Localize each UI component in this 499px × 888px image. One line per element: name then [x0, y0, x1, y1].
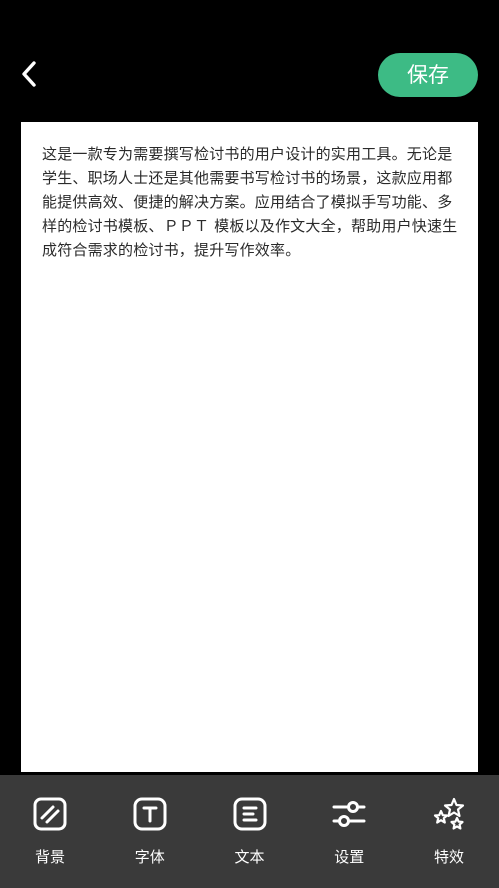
chevron-left-icon	[19, 60, 41, 88]
save-button[interactable]: 保存	[378, 53, 478, 97]
tool-font-button[interactable]: 字体	[116, 775, 184, 888]
background-icon	[33, 797, 67, 831]
font-icon	[133, 797, 167, 831]
sparkles-icon	[432, 797, 466, 831]
tool-settings-label: 设置	[334, 848, 365, 866]
bottom-toolbar: 背景 字体 文本 设置 特效	[0, 775, 499, 888]
tool-settings-button[interactable]: 设置	[315, 775, 383, 888]
tool-text-button[interactable]: 文本	[216, 775, 284, 888]
tool-background-button[interactable]: 背景	[16, 775, 84, 888]
document-text[interactable]: 这是一款专为需要撰写检讨书的用户设计的实用工具。无论是学生、职场人士还是其他需要…	[42, 142, 460, 262]
tool-effects-label: 特效	[433, 848, 464, 866]
document-page[interactable]: 这是一款专为需要撰写检讨书的用户设计的实用工具。无论是学生、职场人士还是其他需要…	[21, 122, 478, 772]
tool-background-label: 背景	[34, 848, 65, 866]
settings-sliders-icon	[332, 797, 366, 831]
tool-effects-button[interactable]: 特效	[415, 775, 483, 888]
tool-text-label: 文本	[234, 848, 265, 866]
back-button[interactable]	[12, 56, 48, 92]
top-bar: 保存	[0, 0, 499, 122]
text-icon	[233, 797, 267, 831]
tool-font-label: 字体	[134, 848, 165, 866]
